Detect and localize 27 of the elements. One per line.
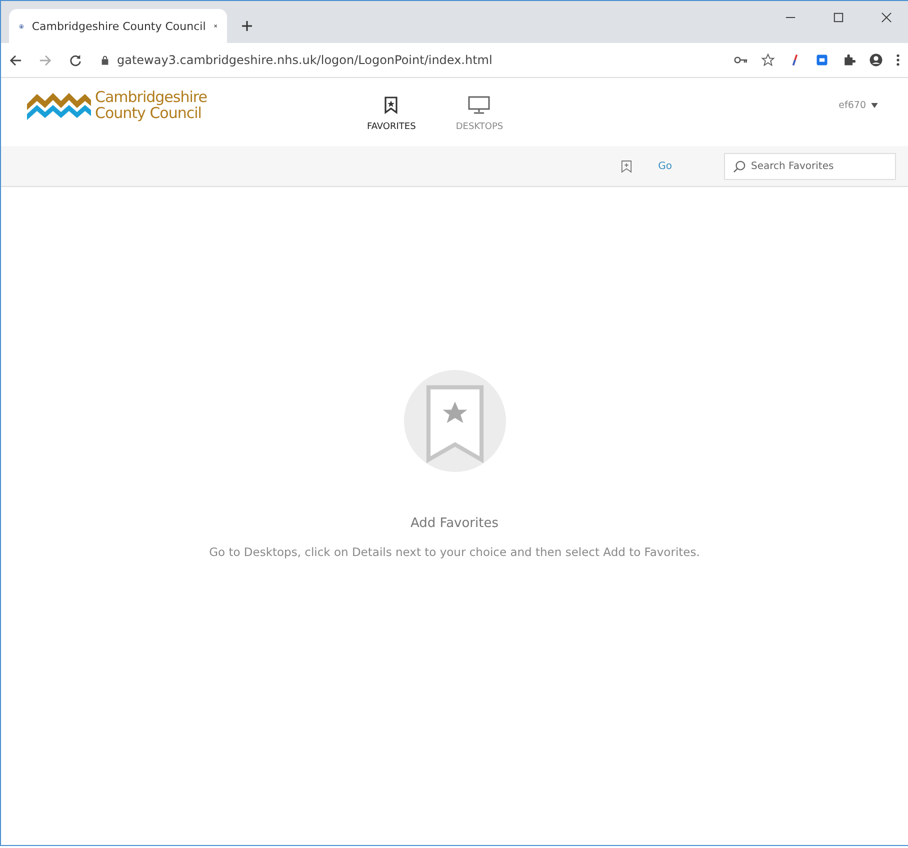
search-icon	[733, 160, 746, 172]
caret-icon	[871, 102, 878, 108]
tab-title: Cambridgeshire County Council	[32, 20, 206, 32]
new-tab-icon[interactable]	[241, 20, 253, 32]
logo-text: Cambridgeshire	[95, 89, 207, 105]
star-icon[interactable]	[761, 53, 775, 67]
monitor-icon	[468, 96, 490, 114]
profile-icon[interactable]	[869, 53, 883, 67]
empty-state-message: Go to Desktops, click on Details next to your choice and then select Add to Favorites.	[209, 545, 700, 559]
logo-text: County Council	[95, 105, 202, 121]
logo-icon	[27, 90, 91, 120]
close-icon[interactable]	[881, 12, 892, 23]
search-field[interactable]: Search Favorites	[724, 152, 896, 180]
puzzle-icon[interactable]	[842, 53, 856, 67]
extension-icon[interactable]	[815, 53, 829, 67]
address-bar[interactable]: gateway3.cambridgeshire.nhs.uk/logon/LogonPoint/index.html	[117, 53, 492, 67]
menu-icon[interactable]	[896, 53, 900, 67]
nav-tab[interactable]: DESKTOPS	[456, 92, 504, 132]
user-menu[interactable]: ef670	[838, 100, 878, 110]
bookmark-add-icon[interactable]	[621, 160, 632, 172]
browser-tab[interactable]: Cambridgeshire County Council	[9, 9, 227, 43]
back-icon[interactable]	[9, 54, 22, 66]
lock-icon	[101, 55, 109, 65]
nav-tab[interactable]: FAVORITES	[367, 92, 416, 132]
maximize-icon[interactable]	[833, 12, 844, 23]
empty-state-title: Add Favorites	[410, 516, 499, 531]
reload-icon[interactable]	[69, 54, 82, 66]
